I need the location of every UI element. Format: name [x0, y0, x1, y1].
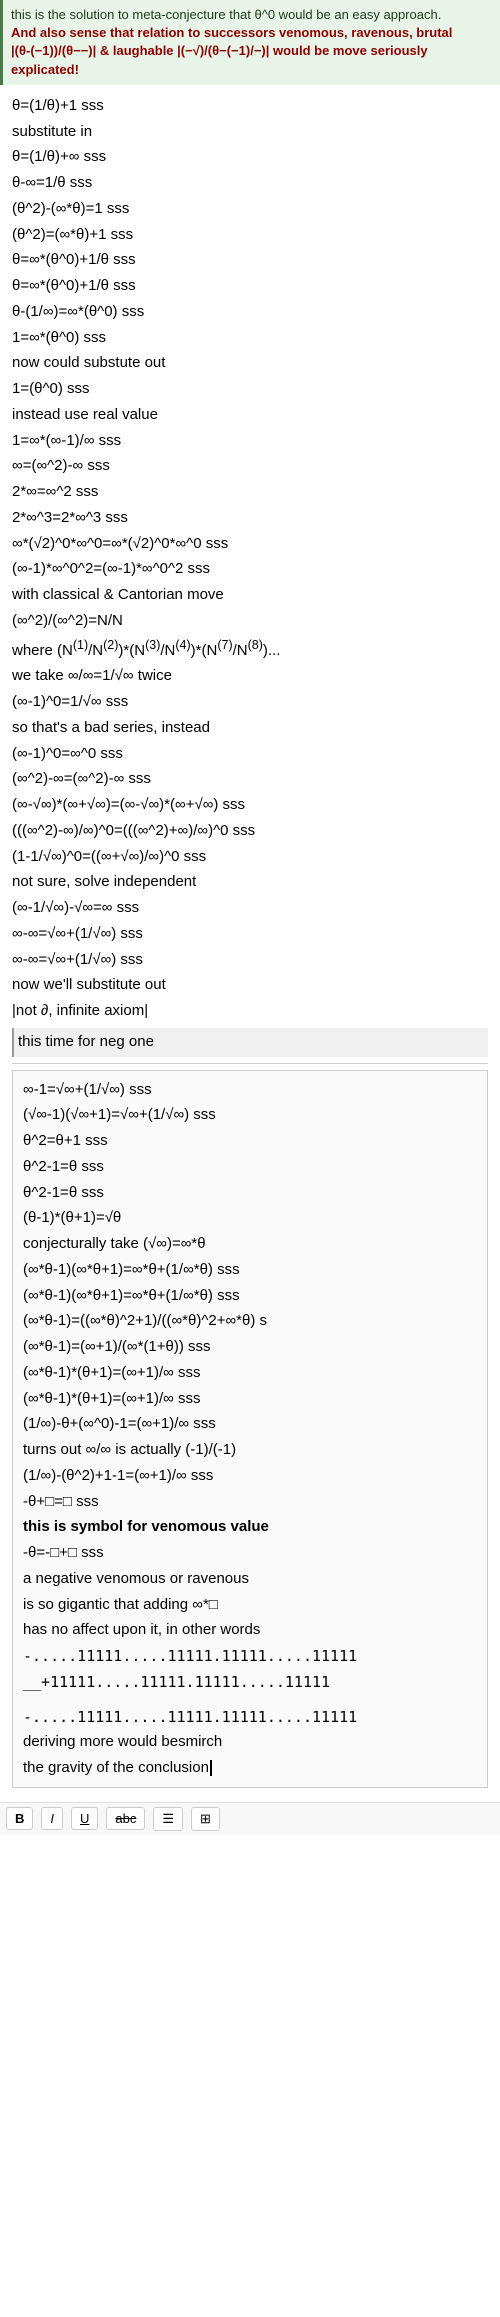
banner-line3: |(θ-(−1))/(θ−−)| & laughable |(−√)/(θ−(−…: [11, 42, 492, 78]
s2-line-3: θ^2-1=θ sss: [23, 1155, 477, 1180]
s2-line-18: -θ=-□+□ sss: [23, 1541, 477, 1566]
line-20: (∞^2)/(∞^2)=N/N: [12, 609, 488, 634]
s2-line-12: (∞*θ-1)*(θ+1)=(∞+1)/∞ sss: [23, 1387, 477, 1412]
s2-line-11: (∞*θ-1)*(θ+1)=(∞+1)/∞ sss: [23, 1361, 477, 1386]
s2-line-21: has no affect upon it, in other words: [23, 1618, 477, 1643]
text-cursor: [210, 1760, 212, 1776]
line-26: (∞^2)-∞=(∞^2)-∞ sss: [12, 767, 488, 792]
s2-line-15: (1/∞)-(θ^2)+1-1=(∞+1)/∞ sss: [23, 1464, 477, 1489]
line-17: ∞*(√2)^0*∞^0=∞*(√2)^0*∞^0 sss: [12, 532, 488, 557]
line-23: (∞-1)^0=1/√∞ sss: [12, 690, 488, 715]
line-27: (∞-√∞)*(∞+√∞)=(∞-√∞)*(∞+√∞) sss: [12, 793, 488, 818]
line-32: ∞-∞=√∞+(1/√∞) sss: [12, 922, 488, 947]
grid-button[interactable]: ⊞: [191, 1807, 220, 1831]
line-15: 2*∞=∞^2 sss: [12, 480, 488, 505]
underline-button[interactable]: U: [71, 1807, 98, 1830]
section-divider: [12, 1063, 488, 1064]
s2-line-10: (∞*θ-1)=(∞+1)/(∞*(1+θ)) sss: [23, 1335, 477, 1360]
dots-line1: -.....11111.....11111.11111.....11111: [23, 1644, 477, 1669]
line-13: 1=∞*(∞-1)/∞ sss: [12, 429, 488, 454]
line-1: substitute in: [12, 120, 488, 145]
section1: θ=(1/θ)+1 sss substitute in θ=(1/θ)+∞ ss…: [12, 94, 488, 1057]
s2-line-4: θ^2-1=θ sss: [23, 1181, 477, 1206]
strikethrough-button[interactable]: abc: [106, 1807, 145, 1830]
dots-line3: -.....11111.....11111.11111.....11111: [23, 1705, 477, 1730]
line-33: ∞-∞=√∞+(1/√∞) sss: [12, 948, 488, 973]
banner-line1: this is the solution to meta-conjecture …: [11, 6, 492, 24]
s2-line-0: ∞-1=√∞+(1/√∞) sss: [23, 1078, 477, 1103]
banner-line2: And also sense that relation to successo…: [11, 24, 492, 42]
venomous-label: this is symbol for venomous value: [23, 1515, 477, 1540]
line-7: θ=∞*(θ^0)+1/θ sss: [12, 274, 488, 299]
line-28: (((∞^2)-∞)/∞)^0=(((∞^2)+∞)/∞)^0 sss: [12, 819, 488, 844]
section2: ∞-1=√∞+(1/√∞) sss (√∞-1)(√∞+1)=√∞+(1/√∞)…: [12, 1070, 488, 1788]
line-0: θ=(1/θ)+1 sss: [12, 94, 488, 119]
s2-line-6: conjecturally take (√∞)=∞*θ: [23, 1232, 477, 1257]
line-3: θ-∞=1/θ sss: [12, 171, 488, 196]
line-6: θ=∞*(θ^0)+1/θ sss: [12, 248, 488, 273]
line-14: ∞=(∞^2)-∞ sss: [12, 454, 488, 479]
line-5: (θ^2)=(∞*θ)+1 sss: [12, 223, 488, 248]
line-9: 1=∞*(θ^0) sss: [12, 326, 488, 351]
s2-line-8: (∞*θ-1)(∞*θ+1)=∞*θ+(1/∞*θ) sss: [23, 1284, 477, 1309]
dots-line2: __+11111.....11111.11111.....11111: [23, 1670, 477, 1695]
line-34: now we'll substitute out: [12, 973, 488, 998]
bottom-toolbar: B I U abc ☰ ⊞: [0, 1802, 500, 1835]
line-11: 1=(θ^0) sss: [12, 377, 488, 402]
line-19: with classical & Cantorian move: [12, 583, 488, 608]
italic-button[interactable]: I: [41, 1807, 63, 1830]
line-10: now could substute out: [12, 351, 488, 376]
s2-line-20: is so gigantic that adding ∞*□: [23, 1593, 477, 1618]
s2-line-14: turns out ∞/∞ is actually (-1)/(-1): [23, 1438, 477, 1463]
line-2: θ=(1/θ)+∞ sss: [12, 145, 488, 170]
line-29: (1-1/√∞)^0=((∞+√∞)/∞)^0 sss: [12, 845, 488, 870]
list-button[interactable]: ☰: [153, 1807, 183, 1831]
line-12: instead use real value: [12, 403, 488, 428]
conclusion-line: the gravity of the conclusion: [23, 1759, 212, 1776]
line-22: we take ∞/∞=1/√∞ twice: [12, 664, 488, 689]
line-30: not sure, solve independent: [12, 870, 488, 895]
line-18: (∞-1)*∞^0^2=(∞-1)*∞^0^2 sss: [12, 557, 488, 582]
line-4: (θ^2)-(∞*θ)=1 sss: [12, 197, 488, 222]
main-content: θ=(1/θ)+1 sss substitute in θ=(1/θ)+∞ ss…: [0, 85, 500, 1802]
line-16: 2*∞^3=2*∞^3 sss: [12, 506, 488, 531]
bold-button[interactable]: B: [6, 1807, 33, 1830]
s2-line-5: (θ-1)*(θ+1)=√θ: [23, 1206, 477, 1231]
top-banner: this is the solution to meta-conjecture …: [0, 0, 500, 85]
line-8: θ-(1/∞)=∞*(θ^0) sss: [12, 300, 488, 325]
s2-line-19: a negative venomous or ravenous: [23, 1567, 477, 1592]
s2-line-7: (∞*θ-1)(∞*θ+1)=∞*θ+(1/∞*θ) sss: [23, 1258, 477, 1283]
besmirch-line: deriving more would besmirch: [23, 1730, 477, 1755]
axiom-line: |not ∂, infinite axiom|: [12, 999, 488, 1024]
s2-line-16: -θ+□=□ sss: [23, 1490, 477, 1515]
line-21: where (N(1)/N(2))*(N(3)/N(4))*(N(7)/N(8)…: [12, 635, 488, 664]
neg-one-header: this time for neg one: [12, 1028, 488, 1057]
line-24: so that's a bad series, instead: [12, 716, 488, 741]
s2-line-13: (1/∞)-θ+(∞^0)-1=(∞+1)/∞ sss: [23, 1412, 477, 1437]
s2-line-2: θ^2=θ+1 sss: [23, 1129, 477, 1154]
line-31: (∞-1/√∞)-√∞=∞ sss: [12, 896, 488, 921]
s2-line-9: (∞*θ-1)=((∞*θ)^2+1)/((∞*θ)^2+∞*θ) s: [23, 1309, 477, 1334]
s2-line-1: (√∞-1)(√∞+1)=√∞+(1/√∞) sss: [23, 1103, 477, 1128]
line-25: (∞-1)^0=∞^0 sss: [12, 742, 488, 767]
